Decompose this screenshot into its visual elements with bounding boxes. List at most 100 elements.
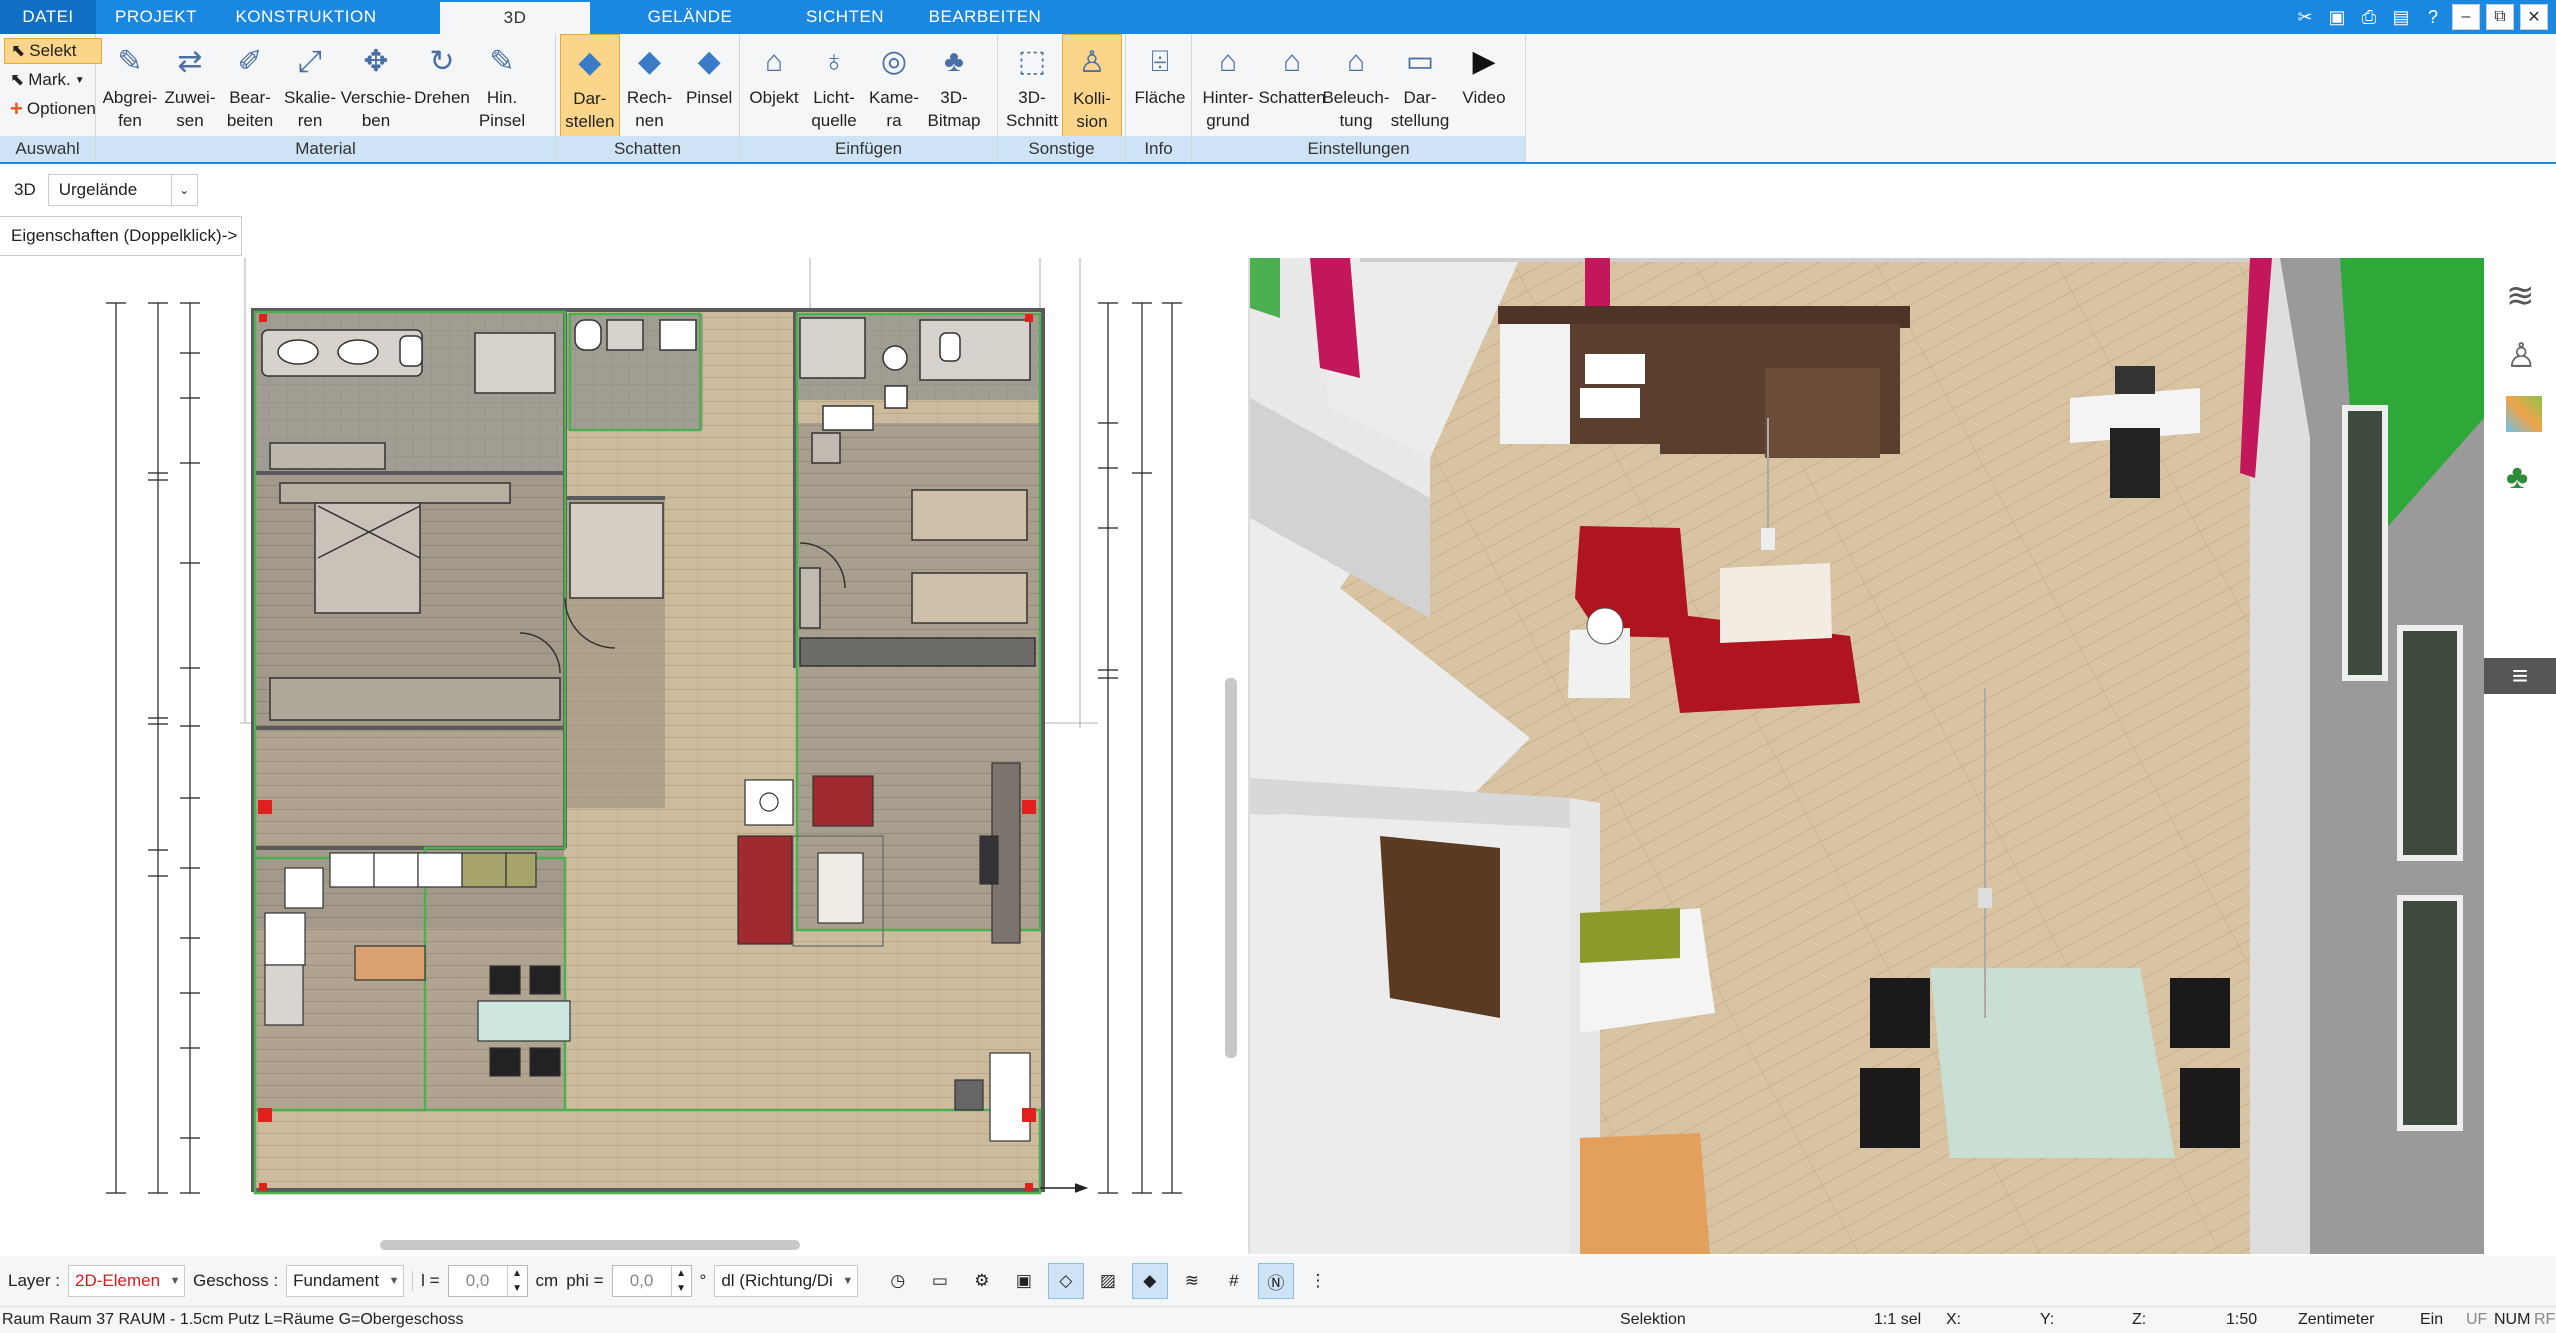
help-icon[interactable]: ?: [2420, 4, 2446, 30]
scroll-thumb[interactable]: [1225, 678, 1237, 1058]
menu-icon[interactable]: ≡: [2484, 658, 2556, 694]
grid-icon[interactable]: #: [1216, 1263, 1252, 1299]
minimize-icon[interactable]: –: [2452, 4, 2480, 30]
window-icon[interactable]: ▤: [2388, 4, 2414, 30]
properties-hint[interactable]: Eigenschaften (Doppelklick)->: [0, 216, 242, 256]
3d-view[interactable]: [1250, 258, 2484, 1254]
tab-bearbeiten[interactable]: BEARBEITEN: [900, 0, 1070, 34]
3d-lamp: [1761, 528, 1775, 550]
render-icon[interactable]: ⚙: [964, 1263, 1000, 1299]
einstellungen-button-0[interactable]: ⌂ Hinter- grund: [1196, 34, 1260, 138]
status-ein: Ein: [2420, 1311, 2444, 1328]
sonstige-button-0[interactable]: ⬚ 3D- Schnitt: [1002, 34, 1062, 138]
section-icon: ⬚: [1017, 44, 1047, 78]
status-bar: Raum Raum 37 RAUM - 1.5cm Putz L=Räume G…: [0, 1306, 2556, 1333]
app-window: { "menu": { "tabs": ["DATEI","PROJEKT","…: [0, 0, 2556, 1333]
button-label: Video: [1462, 88, 1506, 107]
print-icon[interactable]: ⎙: [2356, 4, 2382, 30]
button-label: Skalie- ren: [284, 88, 336, 130]
tools-icon[interactable]: ✂: [2292, 4, 2318, 30]
mark-label: Mark.: [28, 70, 71, 89]
direction-dropdown[interactable]: dl (Richtung/Di ▼: [714, 1265, 858, 1297]
schatten-button-2[interactable]: ◆ Pinsel: [679, 34, 739, 138]
einstellungen-button-2[interactable]: ⌂ Beleuch- tung: [1322, 34, 1389, 138]
spin-icon[interactable]: ▲ ▼: [506, 1266, 527, 1296]
floor-plan-view[interactable]: [0, 258, 1218, 1232]
status-rf: RF: [2534, 1311, 2556, 1328]
group-label: Auswahl: [0, 136, 95, 162]
floor-plan-canvas[interactable]: [0, 258, 1218, 1232]
tab-gelaende[interactable]: GELÄNDE: [590, 0, 790, 34]
layers-icon[interactable]: ≋: [2506, 276, 2535, 316]
video-icon: ▶: [1472, 44, 1496, 78]
tree-icon[interactable]: ♣: [2506, 458, 2528, 497]
tab-projekt[interactable]: PROJEKT: [96, 0, 216, 34]
chevron-down-icon: ▼: [74, 74, 85, 86]
material-button-1[interactable]: ⇄ Zuwei- sen: [160, 34, 220, 138]
status-text: Raum Raum 37 RAUM - 1.5cm Putz L=Räume G…: [2, 1311, 464, 1328]
close-icon[interactable]: ✕: [2520, 4, 2548, 30]
material-button-0[interactable]: ✎ Abgrei- fen: [100, 34, 160, 138]
schatten-button-1[interactable]: ◆ Rech- nen: [620, 34, 680, 138]
einstellungen-button-3[interactable]: ▭ Dar- stellung: [1388, 34, 1452, 138]
bitmap-icon: ♣: [944, 44, 964, 78]
spin-icon[interactable]: ▲ ▼: [670, 1266, 691, 1296]
tab-datei[interactable]: DATEI: [0, 0, 96, 34]
tab-3d[interactable]: 3D: [440, 0, 590, 34]
window-controls: ✂ ▣ ⎙ ▤ ? – ⧉ ✕: [2292, 0, 2556, 34]
schatten-button-0[interactable]: ◆ Dar- stellen: [560, 34, 620, 138]
einfuegen-button-3[interactable]: ♣ 3D- Bitmap: [924, 34, 984, 138]
tab-sichten[interactable]: SICHTEN: [790, 0, 900, 34]
scale-icon: ⤢: [298, 44, 322, 78]
phi-input[interactable]: 0,0 ▲ ▼: [611, 1265, 692, 1297]
einstellungen-button-4[interactable]: ▶ Video: [1452, 34, 1516, 138]
group-material: ✎ Abgrei- fen ⇄ Zuwei- sen ✐ Bear- beiten ⤢ Ska…: [96, 34, 556, 162]
selekt-label: Selekt: [29, 41, 77, 60]
clock-icon[interactable]: ◷: [880, 1263, 916, 1299]
selekt-button[interactable]: ⬉ Selekt: [4, 38, 102, 64]
group-label: Schatten: [556, 136, 739, 162]
material-button-6[interactable]: ✎ Hin. Pinsel: [472, 34, 532, 138]
einfuegen-button-2[interactable]: ◎ Kame- ra: [864, 34, 924, 138]
folder-icon[interactable]: ▣: [2324, 4, 2350, 30]
l-input[interactable]: 0,0 ▲ ▼: [447, 1265, 528, 1297]
button-label: Verschie- ben: [340, 88, 412, 130]
3d-back-wall: [1360, 258, 2250, 262]
north-icon[interactable]: Ⓝ: [1257, 1263, 1294, 1299]
mark-button[interactable]: ⬉ Mark. ▼: [4, 67, 102, 93]
hatch-icon[interactable]: ▨: [1090, 1263, 1126, 1299]
material-button-5[interactable]: ↻ Drehen: [412, 34, 472, 138]
layers-stack-icon[interactable]: ≋: [1174, 1263, 1210, 1299]
scroll-thumb[interactable]: [380, 1240, 800, 1250]
group-label: Sonstige: [998, 136, 1125, 162]
einstellungen-button-1[interactable]: ⌂ Schatten: [1258, 34, 1325, 138]
monitor-icon[interactable]: ▭: [922, 1263, 958, 1299]
info-button-0[interactable]: ⌹ Fläche: [1130, 34, 1190, 138]
material-button-4[interactable]: ✥ Verschie- ben: [340, 34, 412, 138]
chair-icon[interactable]: ♙: [2506, 336, 2536, 376]
terrain-dropdown[interactable]: Urgelände ⌄: [47, 174, 198, 206]
material-button-2[interactable]: ✐ Bear- beiten: [220, 34, 280, 138]
restore-icon[interactable]: ⧉: [2486, 4, 2514, 30]
3d-view-canvas[interactable]: [1250, 258, 2484, 1254]
rotate-icon: ↻: [429, 44, 455, 78]
layer-dropdown[interactable]: 2D-Elemen ▼: [67, 1265, 186, 1297]
shadow-show-icon: ◆: [578, 45, 602, 79]
einfuegen-button-1[interactable]: ♁ Licht- quelle: [804, 34, 864, 138]
more-icon[interactable]: ⋮: [1300, 1263, 1336, 1299]
optionen-button[interactable]: + Optionen: [4, 96, 102, 122]
plan-horizontal-scrollbar[interactable]: [0, 1232, 1218, 1254]
wireframe-icon[interactable]: ◇: [1047, 1263, 1084, 1299]
paint-icon[interactable]: ▣: [1006, 1263, 1042, 1299]
palette-icon[interactable]: [2506, 396, 2542, 432]
group-sonstige: ⬚ 3D- Schnitt ♙ Kolli- sion Sonstige: [998, 34, 1126, 162]
geschoss-dropdown[interactable]: Fundament ▼: [286, 1265, 405, 1297]
plan-vertical-scrollbar[interactable]: [1218, 258, 1248, 1232]
material-button-3[interactable]: ⤢ Skalie- ren: [280, 34, 340, 138]
tab-konstruktion[interactable]: KONSTRUKTION: [216, 0, 396, 34]
sonstige-button-1[interactable]: ♙ Kolli- sion: [1062, 34, 1122, 138]
einfuegen-button-0[interactable]: ⌂ Objekt: [744, 34, 804, 138]
button-label: Bear- beiten: [226, 88, 274, 130]
plane-icon[interactable]: ◆: [1131, 1263, 1168, 1299]
display-icon: ▭: [1405, 44, 1435, 78]
